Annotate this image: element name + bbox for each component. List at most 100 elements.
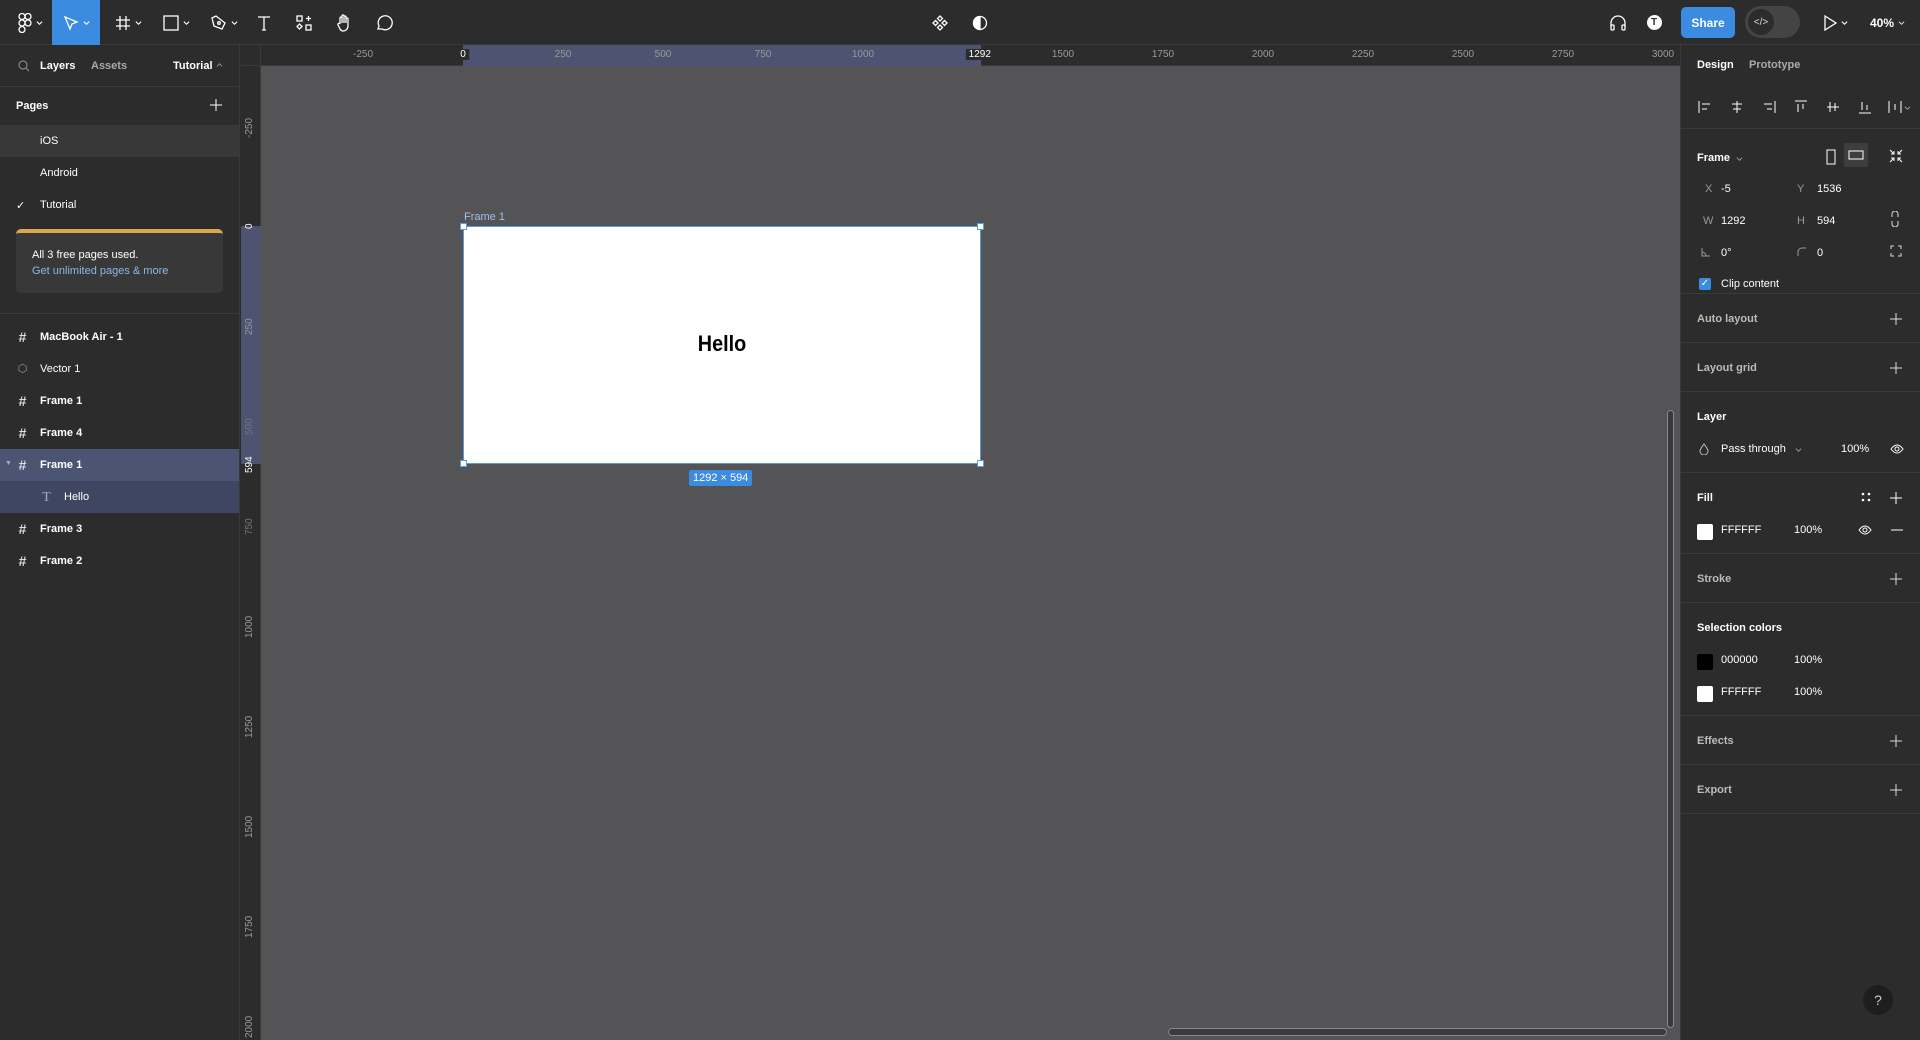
add-layout-grid-icon[interactable]	[1890, 362, 1902, 374]
blend-mode-dropdown[interactable]: Pass through	[1721, 443, 1786, 455]
layout-grid-title: Layout grid	[1697, 362, 1757, 374]
distribute-icon[interactable]	[1887, 99, 1903, 115]
eye-icon[interactable]	[1858, 525, 1872, 535]
add-effect-icon[interactable]	[1890, 735, 1902, 747]
constrain-proportions-icon[interactable]	[1891, 211, 1899, 227]
eye-icon[interactable]	[1890, 444, 1904, 454]
vertical-scrollbar[interactable]	[1667, 410, 1674, 1028]
user-avatar[interactable]: T	[1644, 0, 1664, 45]
frame-type-dropdown[interactable]: Frame	[1697, 152, 1730, 164]
layer-item-selected[interactable]: ▼ # Frame 1	[0, 449, 239, 481]
tab-prototype[interactable]: Prototype	[1749, 59, 1800, 71]
clip-content-checkbox[interactable]: ✓	[1699, 278, 1711, 290]
tab-layers[interactable]: Layers	[40, 60, 75, 72]
corner-radius-input[interactable]: 0	[1817, 247, 1823, 259]
add-page-icon[interactable]	[210, 99, 222, 111]
add-fill-icon[interactable]	[1890, 492, 1902, 504]
fill-color-swatch[interactable]	[1697, 524, 1713, 540]
layer-item[interactable]: # Frame 3	[0, 513, 239, 545]
layer-item[interactable]: # Frame 4	[0, 417, 239, 449]
page-item-ios[interactable]: iOS	[0, 125, 239, 157]
chevron-down-icon[interactable]	[1736, 155, 1743, 162]
page-item-tutorial[interactable]: ✓ Tutorial	[0, 189, 239, 221]
fill-opacity-input[interactable]: 100%	[1794, 524, 1822, 536]
fill-hex-input[interactable]: FFFFFF	[1721, 524, 1761, 536]
width-input[interactable]: 1292	[1721, 215, 1745, 227]
independent-corners-icon[interactable]	[1890, 245, 1902, 257]
main-menu-button[interactable]	[8, 0, 52, 45]
text-tool-button[interactable]	[252, 0, 276, 45]
landscape-button[interactable]	[1844, 143, 1868, 167]
align-horizontal-center-icon[interactable]	[1729, 99, 1745, 115]
dev-mode-toggle[interactable]: </>	[1745, 6, 1800, 38]
audio-button[interactable]	[1606, 0, 1630, 45]
theme-toggle-button[interactable]	[968, 0, 992, 45]
add-export-icon[interactable]	[1890, 784, 1902, 796]
frame-hash-icon: #	[18, 521, 27, 537]
export-title: Export	[1697, 784, 1732, 796]
resources-button[interactable]	[292, 0, 316, 45]
tab-design[interactable]: Design	[1697, 59, 1734, 71]
rotation-input[interactable]: 0°	[1721, 247, 1732, 259]
frame-text[interactable]: Hello	[490, 331, 954, 357]
layer-opacity-input[interactable]: 100%	[1841, 443, 1869, 455]
horizontal-ruler[interactable]: -250 0 250 500 750 1000 1292 1500 1750 2000 2250 25…	[261, 45, 1680, 66]
layer-label: Frame 3	[40, 523, 83, 535]
frame-label[interactable]: Frame 1	[464, 211, 505, 223]
resize-handle-top-right[interactable]	[977, 223, 984, 230]
canvas[interactable]: Frame 1 Hello 1292 × 594	[261, 66, 1680, 1040]
resize-handle-top-left[interactable]	[460, 223, 467, 230]
color-opacity[interactable]: 100%	[1794, 686, 1822, 698]
color-swatch-white[interactable]	[1697, 686, 1713, 702]
align-bottom-icon[interactable]	[1857, 99, 1873, 115]
horizontal-scrollbar[interactable]	[1168, 1028, 1667, 1036]
add-stroke-icon[interactable]	[1890, 573, 1902, 585]
help-button[interactable]: ?	[1863, 985, 1893, 1015]
hand-tool-button[interactable]	[332, 0, 356, 45]
shape-tool-button[interactable]	[158, 0, 194, 45]
present-button[interactable]	[1818, 0, 1852, 45]
add-auto-layout-icon[interactable]	[1890, 313, 1902, 325]
align-top-icon[interactable]	[1793, 99, 1809, 115]
resize-handle-bottom-right[interactable]	[977, 460, 984, 467]
portrait-icon[interactable]	[1826, 149, 1836, 165]
resize-handle-bottom-left[interactable]	[460, 460, 467, 467]
color-swatch-black[interactable]	[1697, 654, 1713, 670]
align-vertical-center-icon[interactable]	[1825, 99, 1841, 115]
layer-item[interactable]: # Frame 1	[0, 385, 239, 417]
zoom-menu[interactable]: 40%	[1870, 0, 1905, 45]
page-switcher[interactable]: Tutorial	[173, 60, 213, 72]
chevron-up-icon[interactable]	[216, 62, 223, 69]
page-item-android[interactable]: Android	[0, 157, 239, 189]
align-right-icon[interactable]	[1761, 99, 1777, 115]
x-input[interactable]: -5	[1721, 183, 1731, 195]
color-hex[interactable]: FFFFFF	[1721, 686, 1761, 698]
vertical-ruler[interactable]: -250 0 250 500 594 750 1000 1250 1500 1750 2000	[241, 66, 261, 1040]
expand-triangle-icon[interactable]: ▼	[5, 460, 12, 467]
layer-item[interactable]: ⬡ Vector 1	[0, 353, 239, 385]
color-hex[interactable]: 000000	[1721, 654, 1758, 666]
search-icon[interactable]	[18, 60, 30, 72]
pen-tool-button[interactable]	[206, 0, 242, 45]
layer-item[interactable]: # Frame 2	[0, 545, 239, 577]
align-left-icon[interactable]	[1697, 99, 1713, 115]
chevron-down-icon[interactable]	[1795, 446, 1802, 453]
upsell-link[interactable]: Get unlimited pages & more	[32, 263, 207, 279]
y-input[interactable]: 1536	[1817, 183, 1841, 195]
comment-tool-button[interactable]	[372, 0, 396, 45]
remove-fill-icon[interactable]	[1891, 529, 1903, 531]
height-input[interactable]: 594	[1817, 215, 1835, 227]
tab-assets[interactable]: Assets	[91, 60, 127, 72]
selected-frame[interactable]: Hello	[460, 223, 984, 467]
frame-tool-button[interactable]	[108, 0, 148, 45]
styles-grid-icon[interactable]	[1861, 492, 1871, 502]
layer-item-child[interactable]: T Hello	[0, 481, 239, 513]
layer-item[interactable]: # MacBook Air - 1	[0, 321, 239, 353]
resize-to-fit-icon[interactable]	[1889, 149, 1903, 163]
components-button[interactable]	[928, 0, 952, 45]
share-button[interactable]: Share	[1681, 7, 1735, 38]
color-opacity[interactable]: 100%	[1794, 654, 1822, 666]
ruler-tick-label: 250	[244, 318, 255, 335]
move-tool-button[interactable]	[52, 0, 100, 45]
chevron-down-icon[interactable]	[1904, 104, 1911, 111]
